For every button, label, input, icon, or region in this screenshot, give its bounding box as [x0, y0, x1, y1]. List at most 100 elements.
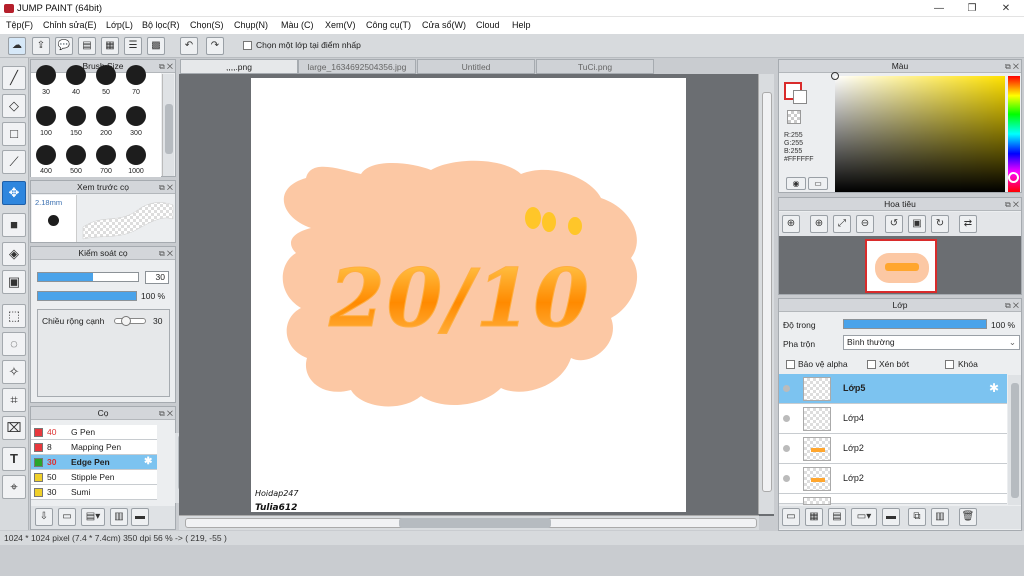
merge-layer-icon[interactable]: ▥ [931, 508, 949, 526]
visibility-toggle[interactable] [783, 385, 790, 392]
brush-dot[interactable] [126, 106, 146, 126]
color-cursor[interactable] [831, 72, 839, 80]
brush-size-scrollbar[interactable] [162, 74, 174, 176]
brush-size-value[interactable]: 30 [145, 271, 169, 284]
menu-select[interactable]: Chọn(S) [190, 20, 224, 30]
shape-tool-icon[interactable]: □ [2, 122, 26, 146]
undo-icon[interactable]: ↶ [180, 37, 198, 55]
clipping-checkbox[interactable] [867, 360, 876, 369]
menu-edit[interactable]: Chỉnh sửa(E) [43, 20, 97, 30]
list-icon[interactable]: ☰ [124, 37, 142, 55]
pen-menu-icon[interactable]: ▤▾ [81, 508, 105, 526]
minimize-button[interactable]: — [922, 0, 956, 17]
visibility-toggle[interactable] [783, 475, 790, 482]
menu-window[interactable]: Cửa sổ(W) [422, 20, 466, 30]
slider-knob[interactable] [121, 316, 131, 326]
fit-screen-icon[interactable]: ⤢ [833, 215, 851, 233]
select-eraser-tool-icon[interactable]: ⌧ [2, 416, 26, 440]
pen-item[interactable]: 8 Mapping Pen [31, 440, 157, 455]
gear-icon[interactable]: ✱ [144, 455, 152, 469]
menu-cloud[interactable]: Cloud [476, 20, 500, 30]
cloud-icon[interactable]: ☁ [8, 37, 26, 55]
panel-controls-icon[interactable]: ⧉ ✕ [159, 409, 173, 418]
zoom-out-icon[interactable]: ⊖ [856, 215, 874, 233]
brush-dot[interactable] [36, 65, 56, 85]
color-picker-icon[interactable]: ◉ [786, 177, 806, 190]
edge-width-slider[interactable] [114, 316, 146, 326]
layers-scrollbar[interactable] [1008, 375, 1021, 505]
rotate-right-icon[interactable]: ↻ [931, 215, 949, 233]
brush-dot[interactable] [96, 145, 116, 165]
duplicate-layer-icon[interactable]: ⧉ [908, 508, 926, 526]
comment-icon[interactable]: ▤ [78, 37, 96, 55]
opacity-slider[interactable] [37, 291, 137, 301]
new-halftone-layer-icon[interactable]: ▦ [805, 508, 823, 526]
layer-opacity-slider[interactable] [843, 319, 987, 329]
brush-dot[interactable] [66, 65, 86, 85]
menu-layer[interactable]: Lớp(L) [106, 20, 133, 30]
menu-view[interactable]: Xem(V) [325, 20, 356, 30]
layer-item[interactable]: Lớp2 [779, 464, 1007, 494]
move-tool-icon[interactable]: ✥ [2, 181, 26, 205]
maximize-button[interactable]: ❐ [955, 0, 989, 17]
panel-controls-icon[interactable]: ⧉ ✕ [159, 249, 173, 258]
gear-icon[interactable]: ✱ [989, 381, 999, 395]
zoom-plus-icon[interactable]: ⊕ [810, 215, 828, 233]
layer-item[interactable]: Lớp2 [779, 434, 1007, 464]
folder-icon[interactable]: ▬ [131, 508, 149, 526]
panel-controls-icon[interactable]: ⧉ ✕ [159, 62, 173, 71]
share-icon[interactable]: ⇪ [32, 37, 50, 55]
redo-icon[interactable]: ↷ [206, 37, 224, 55]
blend-mode-select[interactable]: Bình thường ⌄ [843, 335, 1020, 350]
hue-slider[interactable] [1008, 76, 1020, 192]
layer-item[interactable]: Lớp4 [779, 404, 1007, 434]
scroll-thumb[interactable] [399, 518, 551, 528]
select-layer-checkbox[interactable] [243, 41, 252, 50]
navigator-thumbnail[interactable] [865, 239, 937, 293]
grid-settings-icon[interactable]: ▩ [147, 37, 165, 55]
canvas-vertical-scrollbar[interactable] [758, 74, 774, 514]
zoom-in-icon[interactable]: ⊕ [782, 215, 800, 233]
brush-dot[interactable] [66, 145, 86, 165]
menu-color[interactable]: Màu (C) [281, 20, 314, 30]
line-tool-icon[interactable]: ⟋ [2, 150, 26, 174]
rotate-left-icon[interactable]: ↺ [885, 215, 903, 233]
close-button[interactable]: ✕ [989, 0, 1023, 17]
navigator-view[interactable] [779, 236, 1021, 294]
brush-dot[interactable] [126, 65, 146, 85]
scroll-thumb[interactable] [762, 92, 772, 492]
select-pen-tool-icon[interactable]: ⌗ [2, 388, 26, 412]
brush-dot[interactable] [36, 145, 56, 165]
lasso-tool-icon[interactable]: ◌ [2, 332, 26, 356]
panel-controls-icon[interactable]: ⧉ ✕ [1005, 62, 1019, 71]
flip-icon[interactable]: ⇄ [959, 215, 977, 233]
tab-document-3[interactable]: Untitled [417, 59, 535, 74]
visibility-toggle[interactable] [783, 415, 790, 422]
tab-document-4[interactable]: TuCi.png [536, 59, 654, 74]
eraser-tool-icon[interactable]: ◇ [2, 94, 26, 118]
drawing-canvas[interactable]: 20/10 Hoidap247 Tulia612 [251, 78, 686, 512]
rect-select-tool-icon[interactable]: ⬚ [2, 304, 26, 328]
folder-icon[interactable]: ▬ [882, 508, 900, 526]
bucket-tool-icon[interactable]: ◈ [2, 242, 26, 266]
alpha-protect-checkbox[interactable] [786, 360, 795, 369]
text-tool-icon[interactable]: T [2, 447, 26, 471]
color-menu-icon[interactable]: ▭ [808, 177, 828, 190]
document-icon[interactable]: ▦ [101, 37, 119, 55]
pen-settings-icon[interactable]: ▥ [110, 508, 128, 526]
fill-rect-tool-icon[interactable]: ■ [2, 213, 26, 237]
scroll-thumb[interactable] [1011, 383, 1019, 498]
panel-controls-icon[interactable]: ⧉ ✕ [1005, 200, 1019, 209]
chat-bubble-icon[interactable]: 💬 [55, 37, 73, 55]
pen-item[interactable]: 40 G Pen [31, 425, 157, 440]
pen-item-selected[interactable]: 30 Edge Pen ✱ [31, 455, 157, 470]
eyedropper-tool-icon[interactable]: ⌖ [2, 475, 26, 499]
brush-dot[interactable] [66, 106, 86, 126]
magic-wand-tool-icon[interactable]: ✧ [2, 360, 26, 384]
pen-item[interactable]: 30 Sumi [31, 485, 157, 500]
reset-view-icon[interactable]: ▣ [908, 215, 926, 233]
layer-item-partial[interactable] [779, 494, 1007, 505]
canvas-horizontal-scrollbar[interactable] [179, 515, 759, 530]
tab-document-2[interactable]: large_1634692504356.jpg [298, 59, 416, 74]
menu-tools[interactable]: Công cụ(T) [366, 20, 411, 30]
